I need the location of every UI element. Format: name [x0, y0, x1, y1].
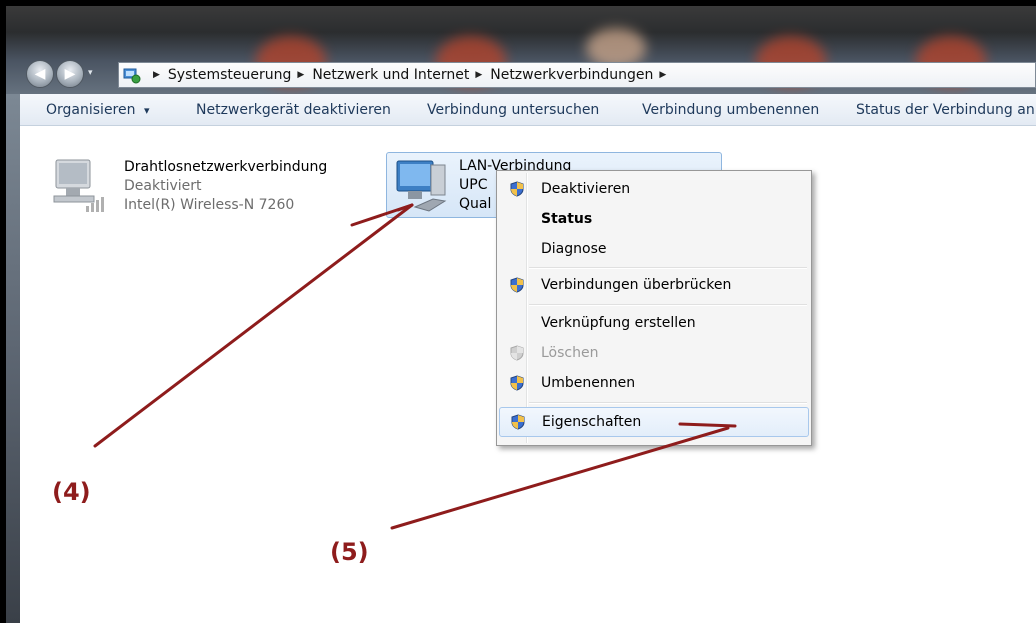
annotation-label-4: (4) — [52, 478, 91, 506]
menu-item-label: Verbindungen überbrücken — [541, 277, 732, 293]
menu-item-loeschen: Löschen — [499, 339, 809, 367]
menu-item-umbenennen[interactable]: Umbenennen — [499, 369, 809, 397]
uac-shield-icon — [510, 414, 526, 430]
breadcrumb-separator-icon[interactable]: ▶ — [475, 70, 482, 80]
uac-shield-icon — [509, 181, 525, 197]
uac-shield-icon — [509, 345, 525, 361]
control-panel-icon — [123, 66, 141, 84]
menu-item-label: Status — [541, 211, 593, 227]
breadcrumb-netzwerk-und-internet[interactable]: Netzwerk und Internet — [312, 67, 469, 83]
recent-pages-dropdown[interactable]: ▾ — [88, 68, 93, 78]
breadcrumb-separator-icon[interactable]: ▶ — [153, 70, 160, 80]
explorer-window: ◀ ▶ ▾ ▶ Systemsteuerung ▶ Netzwerk und I… — [6, 6, 1036, 623]
menu-separator — [529, 267, 807, 269]
wireless-network-adapter-icon — [50, 158, 110, 218]
address-bar[interactable]: ▶ Systemsteuerung ▶ Netzwerk und Interne… — [118, 62, 1036, 88]
lan-network-adapter-icon — [393, 157, 455, 215]
back-arrow-icon: ◀ — [34, 66, 46, 82]
forward-button[interactable]: ▶ — [56, 60, 84, 88]
diagnose-connection-button[interactable]: Verbindung untersuchen — [427, 94, 599, 126]
context-menu: Deaktivieren Status Diagnose Verbindunge… — [496, 170, 812, 446]
menu-item-label: Umbenennen — [541, 375, 636, 391]
menu-item-deaktivieren[interactable]: Deaktivieren — [499, 175, 809, 203]
menu-item-label: Diagnose — [541, 241, 607, 257]
network-connections-pane: Organisieren ▾ Netzwerkgerät deaktiviere… — [20, 94, 1036, 623]
uac-shield-icon — [509, 277, 525, 293]
menu-separator — [529, 304, 807, 306]
command-bar: Organisieren ▾ Netzwerkgerät deaktiviere… — [20, 94, 1036, 126]
breadcrumb-separator-icon[interactable]: ▶ — [659, 70, 666, 80]
chevron-down-icon: ▾ — [143, 104, 150, 117]
forward-arrow-icon: ▶ — [64, 66, 76, 82]
menu-item-diagnose[interactable]: Diagnose — [499, 235, 809, 263]
menu-item-label: Verknüpfung erstellen — [541, 315, 696, 331]
menu-item-label: Löschen — [541, 345, 599, 361]
connection-status-button[interactable]: Status der Verbindung an — [856, 94, 1035, 126]
connection-status: Deaktiviert — [124, 178, 202, 194]
menu-item-verknuepfung-erstellen[interactable]: Verknüpfung erstellen — [499, 309, 809, 337]
window-left-border — [6, 94, 20, 623]
annotation-label-5: (5) — [330, 538, 369, 566]
connection-name: Drahtlosnetzwerkverbindung — [124, 159, 328, 175]
breadcrumb-systemsteuerung[interactable]: Systemsteuerung — [168, 67, 291, 83]
uac-shield-icon — [509, 375, 525, 391]
menu-separator — [529, 402, 807, 404]
breadcrumb-netzwerkverbindungen[interactable]: Netzwerkverbindungen — [490, 67, 653, 83]
back-button[interactable]: ◀ — [26, 60, 54, 88]
wireless-connection-item[interactable]: Drahtlosnetzwerkverbindung Deaktiviert I… — [50, 158, 360, 218]
organize-label: Organisieren — [46, 102, 136, 118]
menu-item-label: Deaktivieren — [541, 181, 631, 197]
breadcrumb-separator-icon[interactable]: ▶ — [297, 70, 304, 80]
menu-item-eigenschaften[interactable]: Eigenschaften — [499, 407, 809, 437]
menu-item-label: Eigenschaften — [542, 414, 642, 430]
menu-item-verbindungen-ueberbruecken[interactable]: Verbindungen überbrücken — [499, 271, 809, 299]
rename-connection-button[interactable]: Verbindung umbenennen — [642, 94, 819, 126]
window-title-glass: ◀ ▶ ▾ ▶ Systemsteuerung ▶ Netzwerk und I… — [6, 6, 1036, 94]
organize-menu-button[interactable]: Organisieren ▾ — [46, 94, 149, 126]
menu-item-status[interactable]: Status — [499, 205, 809, 233]
connection-device: Intel(R) Wireless-N 7260 — [124, 197, 295, 213]
disable-device-button[interactable]: Netzwerkgerät deaktivieren — [196, 94, 391, 126]
